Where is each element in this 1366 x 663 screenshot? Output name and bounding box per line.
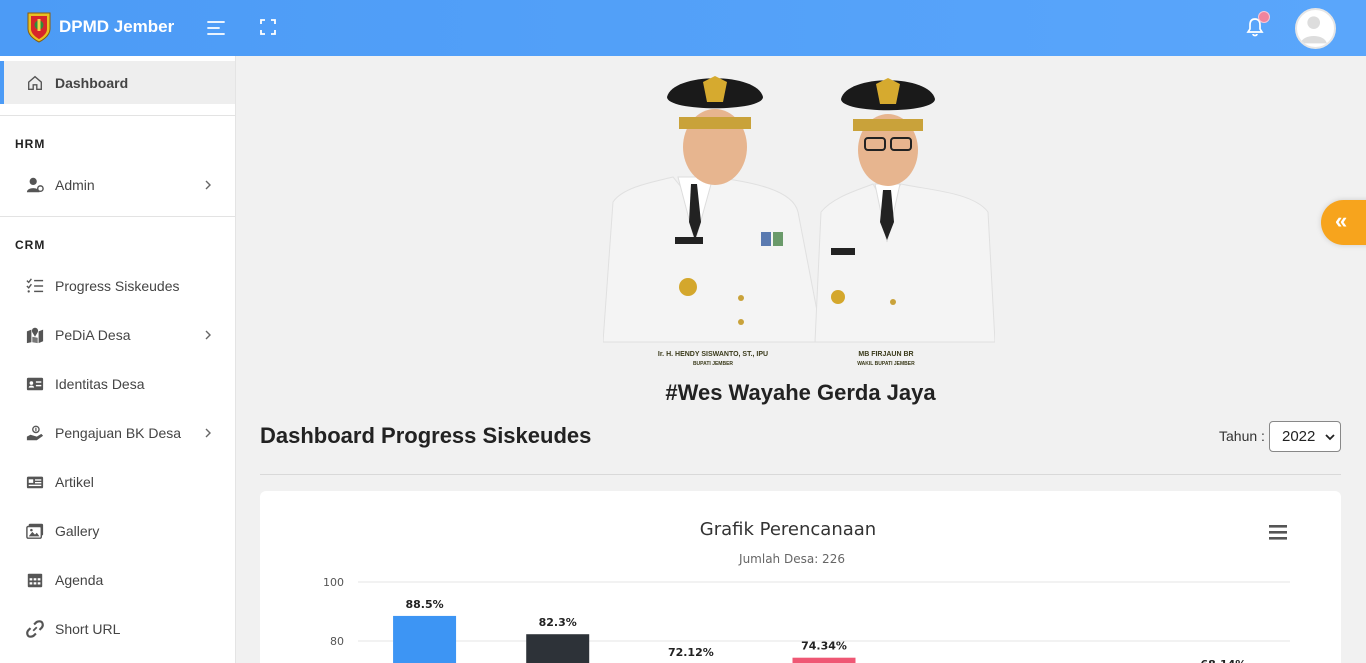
- top-bar: DPMD Jember: [0, 0, 1366, 56]
- sidebar-item-label: Progress Siskeudes: [55, 277, 180, 294]
- chart-subtitle: Jumlah Desa: 226: [738, 552, 845, 566]
- sidebar: Dashboard HRM Admin CRM Progress Siskeud…: [0, 56, 236, 663]
- year-select[interactable]: 2022: [1269, 421, 1341, 452]
- home-icon: [25, 73, 45, 93]
- user-avatar-icon[interactable]: [1295, 8, 1336, 49]
- id-card-icon: [25, 374, 45, 394]
- newspaper-icon: [25, 472, 45, 492]
- officials-photo: Ir. H. HENDY SISWANTO, ST., IPU BUPATI J…: [603, 76, 995, 367]
- year-select-value: 2022: [1282, 428, 1316, 445]
- sidebar-item-pengajuan-bk-desa[interactable]: Pengajuan BK Desa: [0, 411, 235, 454]
- divider: [0, 216, 235, 217]
- link-icon: [25, 619, 45, 639]
- bar-value-label: 88.5%: [405, 598, 443, 611]
- jember-logo-icon: [27, 12, 51, 43]
- sidebar-item-label: Artikel: [55, 473, 94, 490]
- notification-dot: [1258, 11, 1270, 23]
- calendar-icon: [25, 570, 45, 590]
- checklist-icon: [25, 276, 45, 296]
- menu-lines-icon[interactable]: [205, 17, 227, 39]
- chevron-right-icon: [205, 428, 211, 437]
- person2-name: MB FIRJAUN BR: [858, 351, 913, 358]
- user-gear-icon: [25, 175, 45, 195]
- sidebar-item-progress-siskeudes[interactable]: Progress Siskeudes: [0, 264, 235, 307]
- sidebar-item-identitas-desa[interactable]: Identitas Desa: [0, 362, 235, 405]
- slogan: #Wes Wayahe Gerda Jaya: [665, 380, 936, 405]
- page-title: Dashboard Progress Siskeudes: [260, 423, 592, 448]
- bar-value-label: 82.3%: [539, 616, 577, 629]
- person1-name: Ir. H. HENDY SISWANTO, ST., IPU: [658, 351, 768, 358]
- sidebar-item-short-url[interactable]: Short URL: [0, 607, 235, 650]
- bar-value-label: 72.12%: [668, 646, 714, 659]
- sidebar-item-gallery[interactable]: Gallery: [0, 509, 235, 552]
- section-title-hrm: HRM: [15, 137, 46, 151]
- sidebar-item-dashboard[interactable]: Dashboard: [0, 61, 235, 104]
- sidebar-item-label: Short URL: [55, 620, 121, 637]
- person2-role: WAKIL BUPATI JEMBER: [857, 361, 915, 367]
- brand-name: DPMD Jember: [59, 17, 175, 36]
- chevron-right-icon: [205, 180, 211, 189]
- sidebar-item-label: PeDiA Desa: [55, 326, 131, 343]
- chevron-right-icon: [205, 330, 211, 339]
- map-marker-icon: [25, 325, 45, 345]
- divider: [0, 115, 235, 116]
- sidebar-item-agenda[interactable]: Agenda: [0, 558, 235, 601]
- person1-role: BUPATI JEMBER: [693, 361, 733, 367]
- chart-menu-icon[interactable]: [1269, 525, 1287, 540]
- sidebar-item-label: Pengajuan BK Desa: [55, 424, 182, 441]
- chart-bar[interactable]: [792, 657, 856, 663]
- section-title-crm: CRM: [15, 238, 46, 252]
- chart-bar[interactable]: [526, 634, 590, 663]
- fullscreen-icon[interactable]: [258, 17, 278, 37]
- sidebar-item-label: Gallery: [55, 522, 100, 539]
- sidebar-item-label: Dashboard: [55, 74, 129, 91]
- double-chevron-left-icon: «: [1335, 208, 1348, 233]
- chart-perencanaan: Grafik Perencanaan Jumlah Desa: 226 100 8…: [323, 519, 1290, 663]
- chart-title: Grafik Perencanaan: [700, 519, 876, 540]
- divider: [260, 474, 1341, 475]
- sidebar-item-pedia-desa[interactable]: PeDiA Desa: [0, 313, 235, 356]
- chart-card: Grafik Perencanaan Jumlah Desa: 226 100 8…: [260, 491, 1341, 663]
- sidebar-item-artikel[interactable]: Artikel: [0, 460, 235, 503]
- sidebar-item-label: Identitas Desa: [55, 375, 145, 392]
- hand-money-icon: [25, 423, 45, 443]
- year-label: Tahun :: [1219, 428, 1265, 444]
- bar-value-label: 74.34%: [801, 640, 847, 653]
- y-tick-label: 80: [330, 635, 344, 648]
- chevron-down-icon: [1325, 434, 1335, 441]
- images-icon: [25, 521, 45, 541]
- brand[interactable]: DPMD Jember: [26, 11, 174, 43]
- y-tick-label: 100: [323, 576, 344, 589]
- sidebar-item-admin[interactable]: Admin: [0, 163, 235, 206]
- sidebar-item-label: Admin: [55, 176, 95, 193]
- chart-bar[interactable]: [393, 615, 457, 663]
- bar-value-label: 68.14%: [1201, 658, 1247, 663]
- sidebar-item-label: Agenda: [55, 571, 104, 588]
- right-panel-toggle[interactable]: «: [1321, 200, 1366, 245]
